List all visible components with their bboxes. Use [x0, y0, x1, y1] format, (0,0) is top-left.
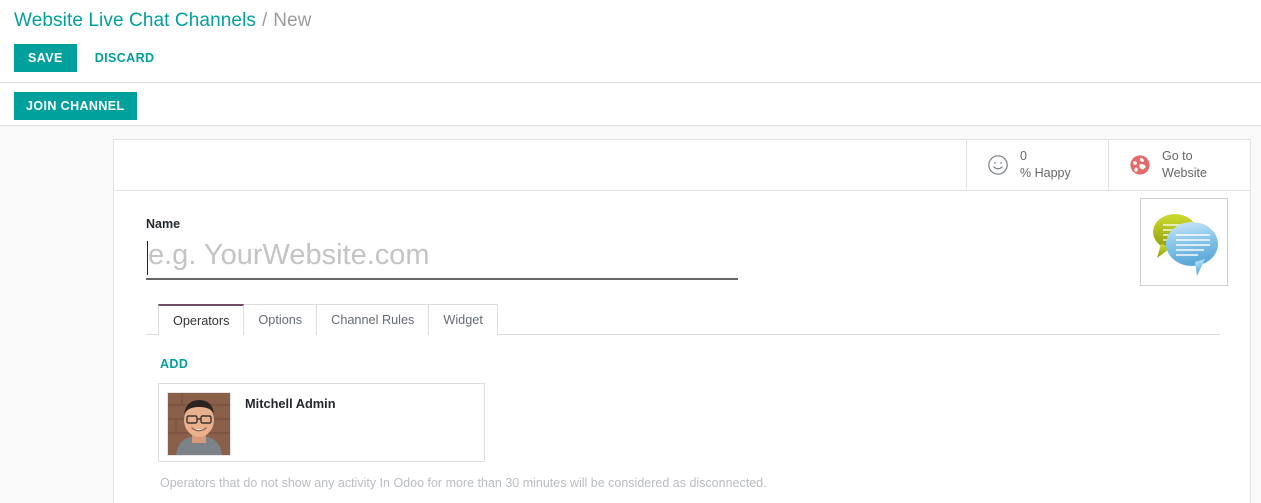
- record-actions: SAVE DISCARD: [0, 40, 1261, 82]
- breadcrumb: Website Live Chat Channels / New: [0, 0, 1261, 40]
- breadcrumb-separator: /: [262, 10, 268, 31]
- form-sheet: 0 % Happy Go to Website Name e.g. YourWe…: [113, 139, 1251, 503]
- operators-note: Operators that do not show any activity …: [160, 476, 767, 490]
- operator-name: Mitchell Admin: [245, 396, 336, 411]
- name-input[interactable]: [146, 237, 738, 278]
- operator-card[interactable]: Mitchell Admin: [158, 383, 485, 462]
- add-operator-link[interactable]: ADD: [158, 353, 190, 381]
- happy-value: 0: [1020, 149, 1027, 164]
- control-panel: Website Live Chat Channels / New SAVE DI…: [0, 0, 1261, 126]
- smiley-icon: [987, 154, 1009, 176]
- chat-bubbles-image: [1140, 198, 1228, 286]
- stat-button-happy[interactable]: 0 % Happy: [966, 140, 1108, 190]
- globe-icon: [1129, 154, 1151, 176]
- stat-button-happy-text: 0 % Happy: [1020, 148, 1071, 182]
- name-field-wrap: [146, 237, 738, 280]
- save-button[interactable]: SAVE: [14, 44, 77, 72]
- form-view-background: 0 % Happy Go to Website Name e.g. YourWe…: [0, 126, 1261, 503]
- happy-label: % Happy: [1020, 166, 1071, 180]
- breadcrumb-parent-link[interactable]: Website Live Chat Channels: [14, 10, 256, 32]
- form-body: Name e.g. YourWebsite.com Operators Opti…: [114, 191, 1250, 490]
- notebook-tabs: Operators Options Channel Rules Widget: [146, 304, 1220, 335]
- breadcrumb-current: New: [273, 10, 312, 31]
- tab-channel-rules[interactable]: Channel Rules: [317, 304, 430, 335]
- join-channel-button[interactable]: JOIN CHANNEL: [14, 92, 137, 120]
- stat-button-go-to-website[interactable]: Go to Website: [1108, 140, 1250, 190]
- tab-options[interactable]: Options: [244, 304, 318, 335]
- discard-button[interactable]: DISCARD: [89, 44, 161, 72]
- text-caret: [147, 241, 148, 275]
- mitchell-admin-avatar: [167, 392, 231, 456]
- name-field-label: Name: [146, 217, 181, 231]
- header-button-row: JOIN CHANNEL: [0, 82, 1261, 126]
- stat-button-bar: 0 % Happy Go to Website: [114, 140, 1250, 191]
- tab-operators[interactable]: Operators: [158, 304, 245, 335]
- operators-panel: ADD Mitchell Admin Operators that do not…: [146, 335, 1220, 490]
- go-to-website-line2: Website: [1162, 166, 1207, 180]
- tab-widget[interactable]: Widget: [429, 304, 498, 335]
- stat-button-website-text: Go to Website: [1162, 148, 1207, 182]
- go-to-website-line1: Go to: [1162, 149, 1193, 164]
